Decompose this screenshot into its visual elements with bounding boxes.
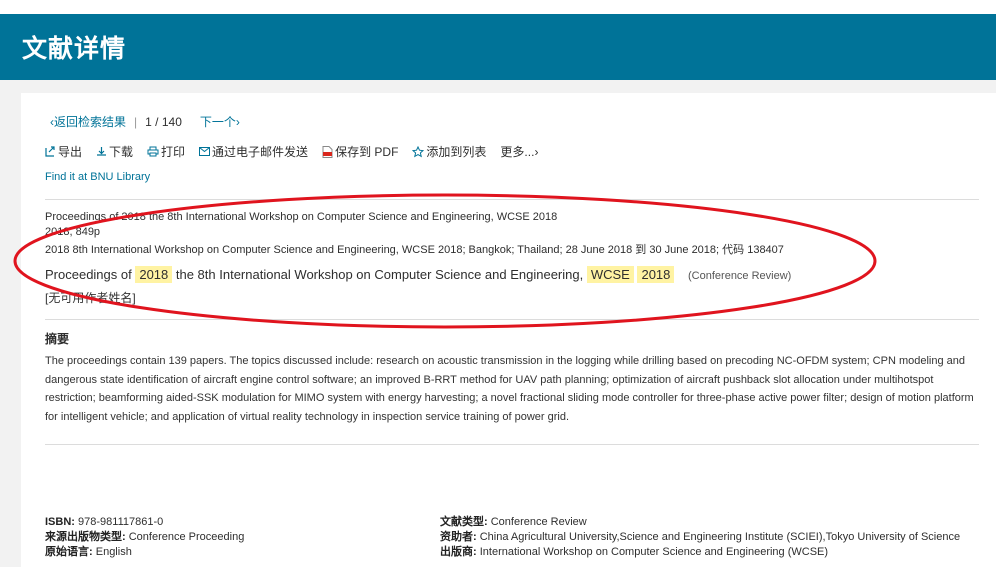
document-detail-card: ‹返回检索结果 | 1 / 140 下一个› 导出 下载 打印 通过电子邮件发送…: [21, 93, 996, 567]
search-highlight: WCSE: [586, 266, 634, 283]
export-icon: [45, 146, 55, 157]
star-icon: [412, 145, 425, 157]
source-title: Proceedings of 2018 the 8th Internationa…: [45, 211, 558, 223]
envelope-icon: [199, 147, 211, 156]
download-button[interactable]: 下载: [96, 143, 133, 160]
document-title: Proceedings of 2018 the 8th Internationa…: [45, 266, 792, 283]
metadata-right: 文献类型: Conference Review 资助者: China Agric…: [440, 515, 960, 560]
back-to-results-link[interactable]: ‹返回检索结果: [50, 113, 126, 130]
library-link[interactable]: Find it at BNU Library: [45, 171, 150, 183]
printer-icon: [147, 146, 159, 157]
top-strip: [0, 0, 996, 14]
save-pdf-button[interactable]: 保存到 PDF: [322, 143, 398, 160]
document-type-tag: (Conference Review): [688, 270, 792, 282]
action-toolbar: 导出 下载 打印 通过电子邮件发送 保存到 PDF 添加到列表 更多... ›: [45, 143, 552, 160]
result-position: 1 / 140: [145, 114, 182, 129]
metadata-left: ISBN: 978-981117861-0 来源出版物类型: Conferenc…: [45, 515, 244, 560]
print-button[interactable]: 打印: [147, 143, 185, 160]
author-names: [无可用作者姓名]: [45, 291, 136, 305]
abstract-heading: 摘要: [45, 332, 70, 346]
language-row: 原始语言: English: [45, 546, 132, 558]
page-header: 文献详情: [0, 14, 996, 80]
more-actions-button[interactable]: 更多... ›: [500, 143, 538, 160]
next-result-link[interactable]: 下一个›: [200, 113, 240, 130]
chevron-right-icon: ›: [235, 115, 240, 129]
sponsor-row: 资助者: China Agricultural University,Scien…: [440, 531, 961, 543]
result-navigation: ‹返回检索结果 | 1 / 140 下一个›: [50, 113, 240, 130]
search-highlight: 2018: [637, 266, 675, 283]
divider: [45, 444, 979, 445]
document-type-row: 文献类型: Conference Review: [440, 516, 587, 528]
add-to-list-button[interactable]: 添加到列表: [412, 143, 486, 160]
conference-info: 2018 8th International Workshop on Compu…: [45, 244, 784, 256]
divider: [45, 319, 979, 320]
download-icon: [97, 147, 107, 156]
page-title: 文献详情: [22, 34, 127, 63]
publisher-row: 出版商: International Workshop on Computer …: [440, 546, 829, 558]
export-button[interactable]: 导出: [45, 143, 82, 160]
search-highlight: 2018: [135, 266, 173, 283]
email-button[interactable]: 通过电子邮件发送: [199, 143, 308, 160]
chevron-right-icon: ›: [534, 144, 539, 159]
pdf-icon: [322, 145, 333, 158]
source-year-pages: 2018, 849p: [45, 226, 101, 238]
source-type-row: 来源出版物类型: Conference Proceeding: [45, 531, 245, 543]
isbn-row: ISBN: 978-981117861-0: [45, 516, 164, 528]
nav-divider: |: [134, 114, 138, 129]
divider: [45, 199, 979, 200]
abstract-text: The proceedings contain 139 papers. The …: [45, 355, 974, 423]
